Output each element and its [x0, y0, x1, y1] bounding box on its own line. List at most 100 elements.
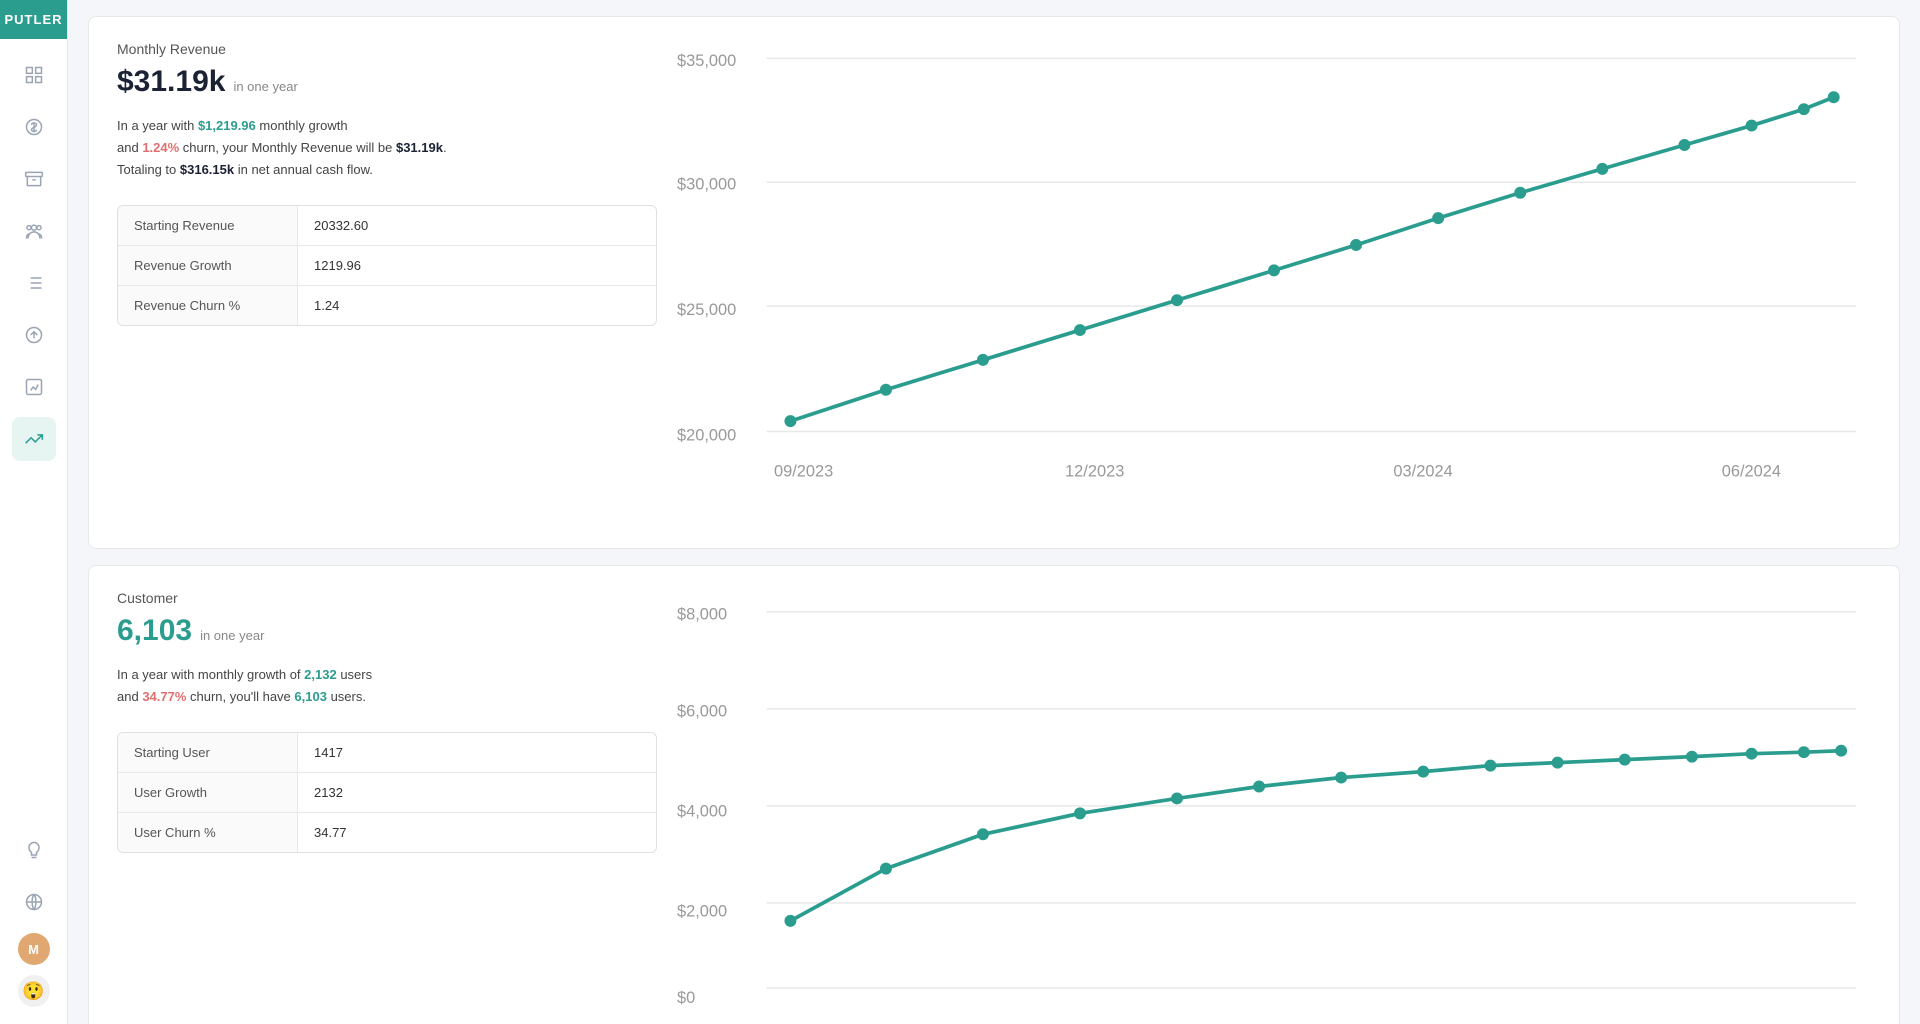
- revenue-dot-6: [1268, 264, 1280, 276]
- customers-icon[interactable]: [12, 209, 56, 253]
- customer-y-label-5: $0: [677, 989, 695, 1007]
- customer-chart-area: $8,000 $6,000 $4,000 $2,000 $0: [677, 590, 1871, 1024]
- customer-card: Customer 6,103 in one year In a year wit…: [88, 565, 1900, 1024]
- revenue-fields-table: Starting Revenue 20332.60 Revenue Growth…: [117, 205, 657, 326]
- revenue-chart: $35,000 $30,000 $25,000 $20,000: [677, 41, 1871, 524]
- revenue-monthly-growth: $1,219.96: [198, 118, 256, 133]
- revenue-section-title: Monthly Revenue: [117, 41, 657, 57]
- analytics-icon[interactable]: [12, 365, 56, 409]
- user-growth-value[interactable]: 2132: [298, 773, 656, 812]
- customer-value: 6,103: [117, 614, 192, 648]
- revenue-desc-p4: churn, your Monthly Revenue will be: [179, 140, 396, 155]
- list-icon[interactable]: [12, 261, 56, 305]
- revenue-y-label-3: $25,000: [677, 301, 736, 319]
- lightbulb-icon[interactable]: [12, 828, 56, 872]
- user-churn-value[interactable]: 34.77: [298, 813, 656, 852]
- revenue-dot-14: [1828, 91, 1840, 103]
- revenue-x-label-3: 03/2024: [1393, 462, 1452, 480]
- revenue-icon[interactable]: [12, 105, 56, 149]
- revenue-dot-8: [1432, 212, 1444, 224]
- customer-dot-2: [880, 862, 892, 874]
- customer-value-suffix: in one year: [200, 628, 264, 643]
- revenue-desc-p3: and: [117, 140, 142, 155]
- user-churn-label: User Churn %: [118, 813, 298, 852]
- customer-desc-p2: users: [337, 667, 372, 682]
- revenue-y-label-4: $20,000: [677, 427, 736, 445]
- revenue-dot-12: [1746, 120, 1758, 132]
- user-avatar-emoji[interactable]: 😲: [18, 975, 50, 1007]
- revenue-dot-3: [977, 354, 989, 366]
- revenue-churn-value[interactable]: 1.24: [298, 286, 656, 325]
- main-content: Monthly Revenue $31.19k in one year In a…: [68, 0, 1920, 1024]
- revenue-dot-2: [880, 384, 892, 396]
- revenue-dot-9: [1514, 187, 1526, 199]
- customer-description: In a year with monthly growth of 2,132 u…: [117, 664, 657, 708]
- revenue-value: $31.19k: [117, 65, 225, 99]
- customer-churn: 34.77%: [142, 689, 186, 704]
- customer-desc-p1: In a year with monthly growth of: [117, 667, 304, 682]
- starting-user-value[interactable]: 1417: [298, 733, 656, 772]
- revenue-net-cash-label: Totaling to: [117, 162, 180, 177]
- revenue-y-label-2: $30,000: [677, 176, 736, 194]
- customer-chart: $8,000 $6,000 $4,000 $2,000 $0: [677, 590, 1871, 1024]
- revenue-churn-label: Revenue Churn %: [118, 286, 298, 325]
- starting-user-label: Starting User: [118, 733, 298, 772]
- revenue-description: In a year with $1,219.96 monthly growth …: [117, 115, 657, 181]
- customer-fields-table: Starting User 1417 User Growth 2132 User…: [117, 732, 657, 853]
- refund-icon[interactable]: [12, 313, 56, 357]
- revenue-churn-row: Revenue Churn % 1.24: [118, 286, 656, 325]
- customer-dot-12: [1686, 750, 1698, 762]
- user-churn-row: User Churn % 34.77: [118, 813, 656, 852]
- customer-big-value: 6,103 in one year: [117, 614, 657, 648]
- starting-revenue-value[interactable]: 20332.60: [298, 206, 656, 245]
- customer-final-value: 6,103: [294, 689, 327, 704]
- revenue-growth-value[interactable]: 1219.96: [298, 246, 656, 285]
- user-growth-row: User Growth 2132: [118, 773, 656, 813]
- revenue-dot-10: [1596, 163, 1608, 175]
- globe-icon[interactable]: [12, 880, 56, 924]
- revenue-dot-7: [1350, 239, 1362, 251]
- forecast-icon[interactable]: [12, 417, 56, 461]
- customer-dot-6: [1253, 780, 1265, 792]
- customer-y-label-1: $8,000: [677, 605, 727, 623]
- revenue-value-suffix: in one year: [233, 79, 297, 94]
- revenue-growth-label: Revenue Growth: [118, 246, 298, 285]
- customer-dot-1: [784, 914, 796, 926]
- revenue-growth-row: Revenue Growth 1219.96: [118, 246, 656, 286]
- customer-desc-p4: churn, you'll have: [186, 689, 294, 704]
- starting-revenue-row: Starting Revenue 20332.60: [118, 206, 656, 246]
- revenue-chart-area: $35,000 $30,000 $25,000 $20,000: [677, 41, 1871, 524]
- customer-dot-7: [1335, 771, 1347, 783]
- customer-dot-9: [1484, 759, 1496, 771]
- revenue-dot-1: [784, 415, 796, 427]
- customer-desc-p5: users.: [327, 689, 366, 704]
- customer-dot-13: [1746, 747, 1758, 759]
- revenue-churn: 1.24%: [142, 140, 179, 155]
- dashboard-icon[interactable]: [12, 53, 56, 97]
- customer-dot-15: [1835, 744, 1847, 756]
- customer-dot-10: [1552, 756, 1564, 768]
- revenue-x-label-1: 09/2023: [774, 462, 833, 480]
- revenue-dot-4: [1074, 324, 1086, 336]
- revenue-desc-p5: .: [443, 140, 447, 155]
- app-logo: PUTLER: [0, 0, 67, 39]
- revenue-dot-5: [1171, 294, 1183, 306]
- revenue-desc-p1: In a year with: [117, 118, 198, 133]
- revenue-y-label-1: $35,000: [677, 52, 736, 70]
- customer-dot-11: [1619, 753, 1631, 765]
- customer-dot-4: [1074, 807, 1086, 819]
- starting-revenue-label: Starting Revenue: [118, 206, 298, 245]
- user-avatar-m[interactable]: M: [18, 933, 50, 965]
- revenue-net-cash-suffix: in net annual cash flow.: [234, 162, 373, 177]
- customer-card-left: Customer 6,103 in one year In a year wit…: [117, 590, 657, 1024]
- user-growth-label: User Growth: [118, 773, 298, 812]
- customer-desc-p3: and: [117, 689, 142, 704]
- archive-icon[interactable]: [12, 157, 56, 201]
- customer-dot-8: [1417, 765, 1429, 777]
- customer-y-label-2: $6,000: [677, 702, 727, 720]
- revenue-card-left: Monthly Revenue $31.19k in one year In a…: [117, 41, 657, 524]
- customer-dot-3: [977, 828, 989, 840]
- revenue-dot-11: [1678, 139, 1690, 151]
- customer-y-label-4: $2,000: [677, 902, 727, 920]
- revenue-x-label-4: 06/2024: [1722, 462, 1781, 480]
